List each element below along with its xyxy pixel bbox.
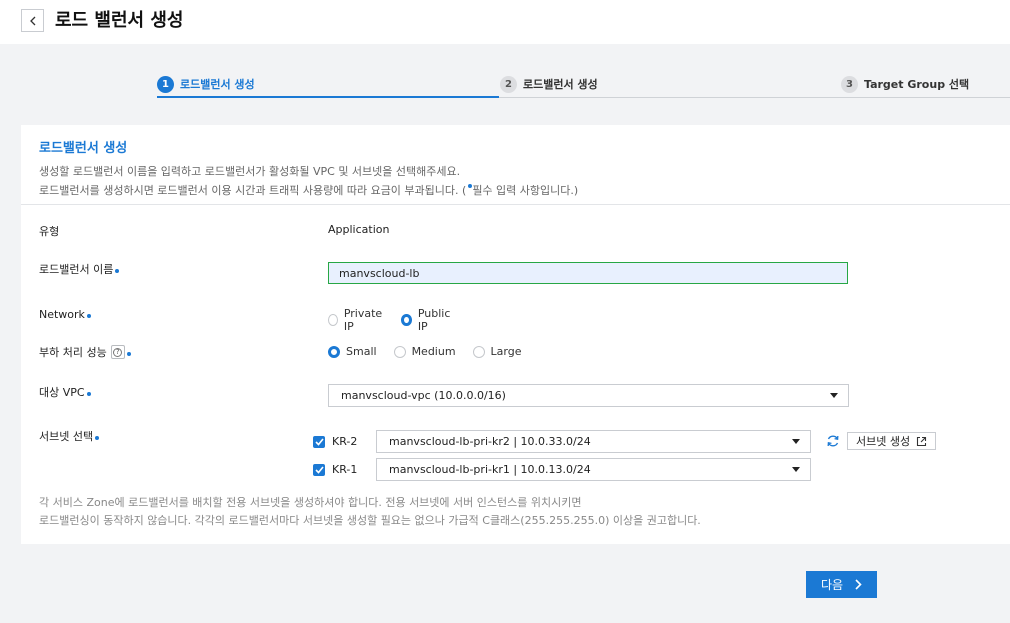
required-dot-icon <box>95 435 100 440</box>
page-header: 로드 밸런서 생성 <box>0 0 1010 44</box>
page-title: 로드 밸런서 생성 <box>55 10 184 31</box>
step-label: Target Group 선택 <box>864 78 970 91</box>
back-button[interactable] <box>21 9 44 32</box>
description-line: 생성할 로드밸런서 이름을 입력하고 로드밸런서가 활성화될 VPC 및 서브넷… <box>39 165 461 178</box>
required-dot-icon <box>86 391 91 396</box>
network-public-radio[interactable]: Public IP <box>401 307 452 333</box>
check-icon <box>314 465 324 474</box>
subnet-kr1-select[interactable]: manvscloud-lb-pri-kr1 | 10.0.13.0/24 <box>376 458 811 481</box>
required-dot-icon <box>86 314 91 318</box>
form-card: 로드밸런서 생성 생성할 로드밸런서 이름을 입력하고 로드밸런서가 활성화될 … <box>21 125 1010 544</box>
caret-down-icon <box>792 467 800 472</box>
network-radio-group: Private IP Public IP <box>328 307 469 333</box>
step-number: 3 <box>841 75 858 93</box>
step-3[interactable]: 3 Target Group 선택 <box>841 70 969 98</box>
subnet-kr2-checkbox[interactable] <box>313 435 325 448</box>
create-subnet-button[interactable]: 서브넷 생성 <box>847 432 937 450</box>
type-label: 유형 <box>39 225 60 238</box>
card-title: 로드밸런서 생성 <box>39 141 128 156</box>
card-description: 생성할 로드밸런서 이름을 입력하고 로드밸런서가 활성화될 VPC 및 서브넷… <box>39 162 992 200</box>
steps-progress <box>157 96 499 98</box>
subnet-label: 서브넷 선택 <box>39 428 100 444</box>
subnet-row-kr1: KR-1 manvscloud-lb-pri-kr1 | 10.0.13.0/2… <box>313 458 811 481</box>
zone-label: KR-1 <box>332 463 358 476</box>
network-private-radio[interactable]: Private IP <box>328 307 384 333</box>
name-label: 로드밸런서 이름 <box>39 261 120 277</box>
caret-down-icon <box>792 439 800 444</box>
chevron-right-icon <box>855 579 862 590</box>
step-label: 로드밸런서 생성 <box>180 78 255 91</box>
subnet-kr2-select[interactable]: manvscloud-lb-pri-kr2 | 10.0.33.0/24 <box>376 430 811 453</box>
subnet-kr1-checkbox[interactable] <box>313 463 325 476</box>
subnet-row-kr2: KR-2 manvscloud-lb-pri-kr2 | 10.0.33.0/2… <box>313 430 811 453</box>
step-number: 1 <box>157 75 174 93</box>
step-number: 2 <box>500 75 517 93</box>
vpc-select[interactable]: manvscloud-vpc (10.0.0.0/16) <box>328 384 849 407</box>
network-label: Network <box>39 308 91 321</box>
capacity-medium-radio[interactable]: Medium <box>393 345 456 358</box>
help-icon[interactable]: ? <box>110 345 125 359</box>
note-line: 각 서비스 Zone에 로드밸런서를 배치할 전용 서브넷을 생성하셔야 합니다… <box>39 496 582 509</box>
zone-label: KR-2 <box>332 435 358 448</box>
check-icon <box>314 437 324 446</box>
refresh-icon[interactable] <box>826 434 840 448</box>
card-header: 로드밸런서 생성 생성할 로드밸런서 이름을 입력하고 로드밸런서가 활성화될 … <box>21 125 1010 205</box>
note-line: 로드밸런싱이 동작하지 않습니다. 각각의 로드밸런서마다 서브넷을 생성할 필… <box>39 514 701 527</box>
required-dot-icon <box>126 351 131 356</box>
step-1[interactable]: 1 로드밸런서 생성 <box>157 70 255 98</box>
capacity-large-radio[interactable]: Large <box>472 345 522 358</box>
subnet-note: 각 서비스 Zone에 로드밸런서를 배치할 전용 서브넷을 생성하셔야 합니다… <box>39 494 701 530</box>
step-indicator: 1 로드밸런서 생성 2 로드밸런서 생성 3 Target Group 선택 <box>157 70 1010 98</box>
capacity-radio-group: Small Medium Large <box>328 345 539 358</box>
next-button[interactable]: 다음 <box>806 571 877 598</box>
description-line: 로드밸런서를 생성하시면 로드밸런서 이용 시간과 트래픽 사용량에 따라 요금… <box>39 184 579 197</box>
step-2[interactable]: 2 로드밸런서 생성 <box>500 70 598 98</box>
type-value: Application <box>328 223 390 236</box>
required-dot-icon <box>115 268 120 273</box>
external-link-icon <box>917 436 927 446</box>
step-label: 로드밸런서 생성 <box>523 78 598 91</box>
vpc-label: 대상 VPC <box>39 384 91 400</box>
caret-down-icon <box>830 393 838 398</box>
capacity-label: 부하 처리 성능 ? <box>39 344 131 360</box>
lb-name-input[interactable] <box>328 262 848 284</box>
chevron-left-icon <box>29 16 35 25</box>
capacity-small-radio[interactable]: Small <box>328 345 377 358</box>
